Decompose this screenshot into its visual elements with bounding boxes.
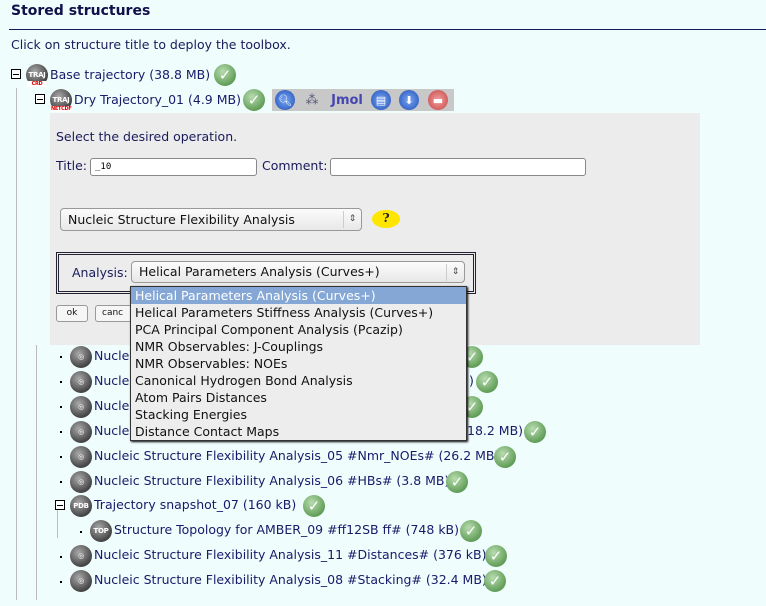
- operation-select[interactable]: Nucleic Structure Flexibility Analysis ⇕: [60, 208, 362, 231]
- nucleic-icon: ◎: [70, 471, 92, 493]
- top-file-icon: TOP: [90, 520, 112, 542]
- trash-icon[interactable]: ▬: [428, 90, 448, 110]
- dropdown-option[interactable]: Stacking Energies: [131, 406, 466, 423]
- ok-button[interactable]: ok: [56, 305, 88, 322]
- nucleic-icon: ◎: [70, 396, 92, 418]
- title-label: Title:: [56, 158, 87, 173]
- cancel-button[interactable]: canc: [95, 305, 135, 322]
- comment-label: Comment:: [262, 158, 328, 173]
- title-divider: [9, 29, 766, 30]
- check-icon: ✓: [460, 520, 482, 542]
- tree-line: [36, 345, 37, 600]
- row-label[interactable]: Nucle: [94, 373, 129, 388]
- collapse-toggle[interactable]: [11, 69, 21, 79]
- dropdown-option[interactable]: Distance Contact Maps: [131, 423, 466, 440]
- traj-file-icon: TRAJ CRD: [26, 64, 48, 87]
- nucleic-icon: ◎: [70, 346, 92, 368]
- dropdown-option[interactable]: Helical Parameters Stiffness Analysis (C…: [131, 304, 466, 321]
- base-trajectory-link[interactable]: Base trajectory (38.8 MB): [50, 67, 210, 82]
- row-label[interactable]: Structure Topology for AMBER_09 #ff12SB …: [114, 522, 459, 537]
- analysis-select-value: Helical Parameters Analysis (Curves+): [139, 264, 380, 279]
- dropdown-option[interactable]: PCA Principal Component Analysis (Pcazip…: [131, 321, 466, 338]
- row-label[interactable]: Nucle: [94, 423, 129, 438]
- traj-file-icon: TRAJ NETCDF: [50, 89, 72, 112]
- row-label[interactable]: Nucleic Structure Flexibility Analysis_0…: [94, 448, 499, 463]
- select-arrows-icon: ⇕: [446, 264, 464, 281]
- check-icon: ✓: [214, 64, 236, 86]
- toolbox: 🔍︎ ⁂ Jmol ▤ ⬇ ▬: [272, 89, 454, 111]
- instructions: Click on structure title to deploy the t…: [11, 37, 291, 52]
- row-label[interactable]: Nucleic Structure Flexibility Analysis_1…: [94, 547, 487, 562]
- row-suffix: ): [469, 373, 474, 388]
- check-icon: ✓: [494, 446, 516, 468]
- jmol-icon[interactable]: Jmol: [327, 90, 367, 110]
- dropdown-option[interactable]: NMR Observables: J-Couplings: [131, 338, 466, 355]
- nucleic-icon: ◎: [70, 545, 92, 567]
- collapse-toggle[interactable]: [35, 94, 45, 104]
- dropdown-option[interactable]: Canonical Hydrogen Bond Analysis: [131, 372, 466, 389]
- molecule-icon[interactable]: ⁂: [302, 90, 322, 110]
- download-icon[interactable]: ⬇: [399, 90, 419, 110]
- search-icon[interactable]: 🔍︎: [275, 90, 295, 110]
- check-icon: ✓: [484, 570, 506, 592]
- help-icon[interactable]: ?: [372, 210, 400, 228]
- check-icon: ✓: [476, 371, 498, 393]
- comment-input[interactable]: [330, 158, 586, 176]
- title-input[interactable]: [90, 158, 257, 176]
- nucleic-icon: ◎: [70, 446, 92, 468]
- check-icon: ✓: [243, 89, 265, 111]
- dry-trajectory-link[interactable]: Dry Trajectory_01 (4.9 MB): [74, 92, 241, 107]
- dropdown-option[interactable]: Helical Parameters Analysis (Curves+): [131, 287, 466, 304]
- analysis-dropdown-list: Helical Parameters Analysis (Curves+) He…: [130, 286, 467, 441]
- analysis-select[interactable]: Helical Parameters Analysis (Curves+) ⇕: [131, 261, 465, 283]
- nucleic-icon: ◎: [70, 371, 92, 393]
- section-title: Stored structures: [11, 3, 151, 19]
- check-icon: ✓: [485, 545, 507, 567]
- check-icon: ✓: [446, 471, 468, 493]
- row-suffix: 18.2 MB): [467, 423, 524, 438]
- select-arrows-icon: ⇕: [343, 211, 361, 228]
- dropdown-option[interactable]: Atom Pairs Distances: [131, 389, 466, 406]
- row-label[interactable]: Nucleic Structure Flexibility Analysis_0…: [94, 572, 487, 587]
- tree-line: [57, 510, 58, 538]
- pdb-file-icon: PDB: [70, 495, 92, 517]
- check-icon: ✓: [524, 421, 546, 443]
- dropdown-option[interactable]: NMR Observables: NOEs: [131, 355, 466, 372]
- nucleic-icon: ◎: [70, 570, 92, 592]
- tree-line: [16, 88, 17, 600]
- analysis-label: Analysis:: [72, 265, 128, 280]
- check-icon: ✓: [303, 495, 325, 517]
- nucleic-icon: ◎: [70, 421, 92, 443]
- row-label[interactable]: Nucle: [94, 348, 129, 363]
- row-label[interactable]: Nucle: [94, 398, 129, 413]
- collapse-toggle[interactable]: [55, 500, 65, 510]
- document-icon[interactable]: ▤: [371, 90, 391, 110]
- panel-prompt: Select the desired operation.: [56, 129, 238, 144]
- operation-select-value: Nucleic Structure Flexibility Analysis: [68, 212, 295, 227]
- row-label[interactable]: Trajectory snapshot_07 (160 kB): [94, 497, 296, 512]
- row-label[interactable]: Nucleic Structure Flexibility Analysis_0…: [94, 473, 449, 488]
